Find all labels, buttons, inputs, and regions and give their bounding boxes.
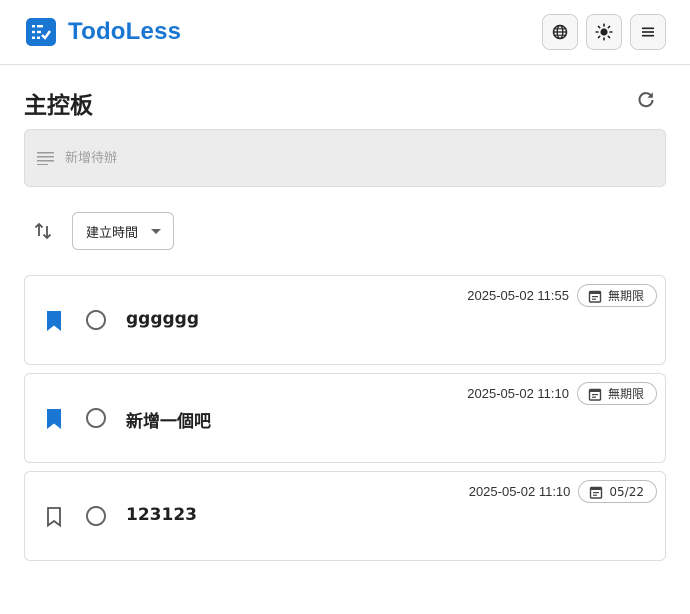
todo-title: 新增一個吧 [126,412,211,432]
sort-by-select[interactable]: 建立時間 [72,212,174,250]
todo-item[interactable]: gggggg 2025-05-02 11:55 無期限 [24,275,666,365]
todo-title: gggggg [126,309,200,329]
todo-item[interactable]: 新增一個吧 2025-05-02 11:10 無期限 [24,373,666,463]
calendar-icon [590,486,603,499]
due-date-chip[interactable]: 05/22 [578,480,657,503]
created-time: 2025-05-02 11:10 [467,386,569,401]
sort-direction-button[interactable] [31,219,55,243]
app-name: TodoLess [68,18,182,45]
bookmark-filled-icon[interactable] [44,408,64,430]
globe-icon [552,24,568,40]
todo-meta: 2025-05-02 11:10 05/22 [469,480,657,503]
todo-meta: 2025-05-02 11:55 無期限 [467,284,657,307]
page-title: 主控板 [24,93,93,119]
complete-toggle[interactable] [86,506,106,526]
bookmark-outline-icon[interactable] [44,506,64,528]
brand[interactable]: TodoLess [26,18,181,46]
calendar-icon [588,290,602,303]
checklist-logo-icon [26,18,56,46]
due-date-chip[interactable]: 無期限 [576,284,657,307]
bookmark-filled-icon[interactable] [44,310,64,332]
hamburger-menu-icon [642,27,654,37]
due-date: 無期限 [607,387,644,401]
new-todo-input[interactable] [65,150,625,166]
created-time: 2025-05-02 11:55 [467,288,569,303]
sun-icon [595,23,613,41]
complete-toggle[interactable] [86,408,106,428]
new-todo-field[interactable] [24,129,666,187]
app-bar: TodoLess [0,0,690,65]
complete-toggle[interactable] [86,310,106,330]
notes-icon [37,149,55,167]
caret-down-icon [151,229,161,234]
refresh-button[interactable] [634,88,658,112]
due-date-chip[interactable]: 無期限 [576,382,657,405]
theme-toggle-button[interactable] [586,14,622,50]
due-date: 無期限 [607,289,644,303]
todo-item[interactable]: 123123 2025-05-02 11:10 05/22 [24,471,666,561]
sort-by-value: 建立時間 [86,225,139,241]
menu-button[interactable] [630,14,666,50]
todo-title: 123123 [126,505,197,525]
language-button[interactable] [542,14,578,50]
calendar-icon [588,388,602,401]
created-time: 2025-05-02 11:10 [468,484,571,499]
todo-meta: 2025-05-02 11:10 無期限 [467,382,657,405]
swap-vertical-icon [34,222,52,240]
refresh-icon [638,92,654,108]
due-date: 05/22 [609,484,644,499]
